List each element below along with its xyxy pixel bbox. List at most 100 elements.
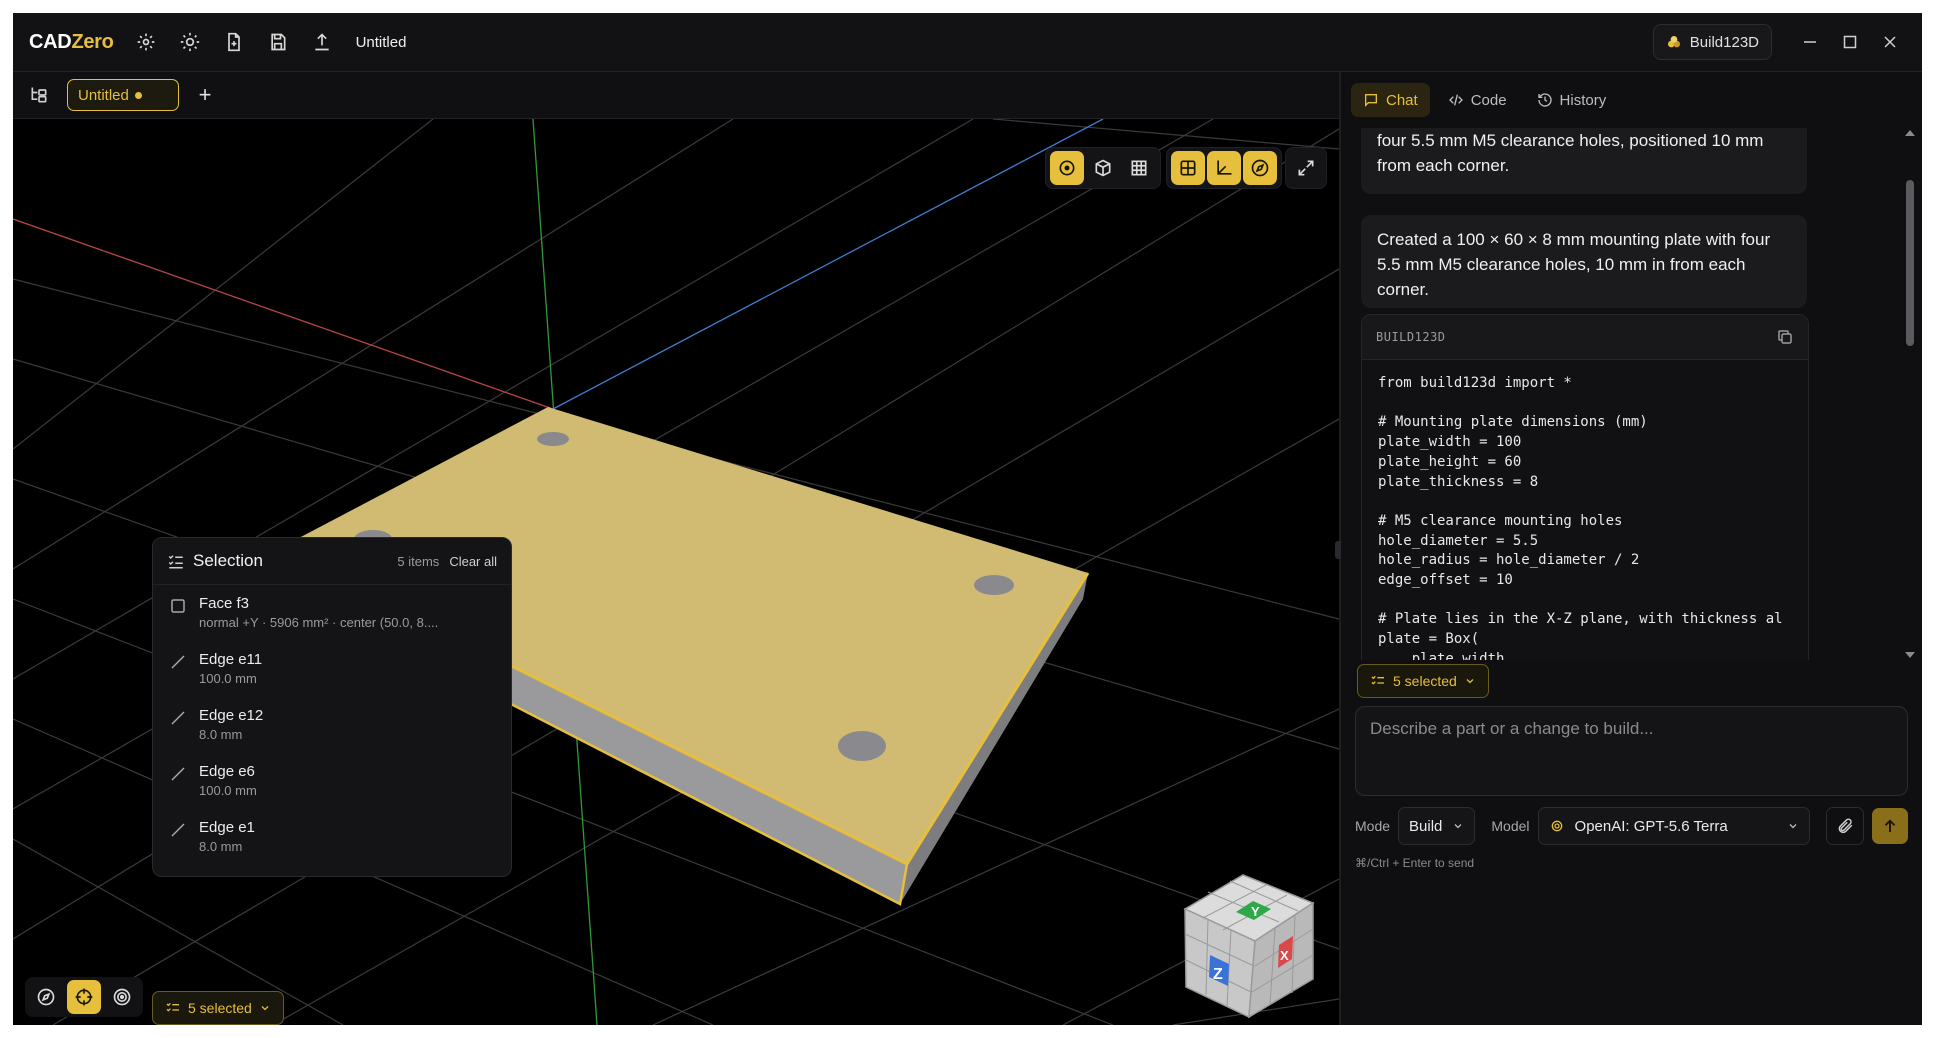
chat-message: four 5.5 mm M5 clearance holes, position… bbox=[1361, 128, 1807, 194]
list-check-icon bbox=[168, 555, 183, 569]
chevron-down-icon bbox=[1466, 679, 1474, 684]
view-toolbar-secondary bbox=[1166, 147, 1282, 189]
axes-icon[interactable] bbox=[1207, 151, 1241, 185]
selection-mode-toolbar bbox=[25, 977, 143, 1017]
code-icon bbox=[1448, 94, 1463, 106]
minimize-button[interactable] bbox=[1790, 22, 1830, 62]
selection-item-name: Edge e11 bbox=[199, 651, 263, 668]
selection-item[interactable]: Edge e11 100.0 mm bbox=[153, 641, 511, 697]
list-check-icon bbox=[166, 1002, 179, 1012]
tab-code[interactable]: Code bbox=[1436, 83, 1519, 117]
history-icon bbox=[1537, 93, 1552, 107]
selection-item-name: Edge e6 bbox=[199, 763, 255, 780]
arrow-up-icon bbox=[1884, 819, 1896, 832]
selection-item[interactable]: Face f3 normal +Y · 5906 mm² · center (50… bbox=[153, 585, 511, 641]
view-cube-y-label: Y bbox=[1251, 904, 1260, 919]
maximize-button[interactable] bbox=[1830, 22, 1870, 62]
selection-header: Selection 5 items Clear all bbox=[153, 538, 511, 585]
gear-icon[interactable] bbox=[128, 24, 164, 60]
tree-icon[interactable] bbox=[21, 77, 57, 113]
selection-item-detail: normal +Y · 5906 mm² · center (50.0, 8..… bbox=[199, 615, 439, 630]
unsaved-dot bbox=[134, 91, 142, 99]
sun-icon[interactable] bbox=[172, 24, 208, 60]
document-title: Untitled bbox=[355, 33, 407, 51]
context-selected-chip[interactable]: 5 selected bbox=[1357, 664, 1489, 698]
selection-item-name: Face f3 bbox=[199, 595, 250, 612]
view-cube-x-label: X bbox=[1280, 948, 1289, 963]
chevron-down-icon bbox=[1789, 824, 1796, 829]
model-select[interactable]: OpenAI: GPT-5.6 Terra bbox=[1537, 807, 1810, 845]
tab-chat[interactable]: Chat bbox=[1351, 83, 1430, 117]
selection-item-detail: 100.0 mm bbox=[199, 783, 257, 798]
selected-count-chip[interactable]: 5 selected bbox=[152, 991, 284, 1025]
export-icon[interactable] bbox=[304, 24, 340, 60]
selection-item-detail: 100.0 mm bbox=[199, 671, 257, 686]
document-tab-row: Untitled + bbox=[13, 72, 1339, 119]
quad-view-icon[interactable] bbox=[1171, 151, 1205, 185]
code-block-header: BUILD123D bbox=[1362, 315, 1808, 360]
grid-icon[interactable] bbox=[1122, 151, 1156, 185]
selection-title: Selection bbox=[193, 551, 263, 570]
selection-list: Face f3 normal +Y · 5906 mm² · center (50… bbox=[153, 585, 511, 865]
selection-item[interactable]: Edge e6 100.0 mm bbox=[153, 753, 511, 809]
title-bar: CADZero Untitled Build123D bbox=[13, 13, 1922, 72]
selection-item-name: Edge e1 bbox=[199, 819, 255, 836]
compass-icon[interactable] bbox=[1243, 151, 1277, 185]
assistant-panel: Chat Code History four 5.5 mm M5 clearan… bbox=[1341, 72, 1922, 1025]
add-tab-button[interactable]: + bbox=[191, 81, 219, 109]
code-language-label: BUILD123D bbox=[1376, 330, 1446, 344]
view-cube-z-label: Z bbox=[1213, 966, 1223, 983]
chevron-down-icon bbox=[1454, 824, 1462, 829]
app-window: CADZero Untitled Build123D Untitled + Y … bbox=[13, 13, 1922, 1025]
selection-item-name: Edge e12 bbox=[199, 707, 264, 724]
view-toolbar-primary bbox=[1045, 147, 1161, 189]
expand-icon[interactable] bbox=[1289, 151, 1323, 185]
x-axis-line bbox=[13, 218, 554, 410]
save-icon[interactable] bbox=[260, 24, 296, 60]
selection-item-detail: 8.0 mm bbox=[199, 727, 243, 742]
cube-icon[interactable] bbox=[1086, 151, 1120, 185]
kernel-badge[interactable]: Build123D bbox=[1652, 24, 1772, 60]
compass-small-icon[interactable] bbox=[29, 980, 63, 1014]
mode-select[interactable]: Build bbox=[1398, 807, 1476, 845]
edge-icon bbox=[171, 711, 185, 725]
close-button[interactable] bbox=[1870, 22, 1910, 62]
attach-button[interactable] bbox=[1826, 807, 1864, 845]
radar-icon[interactable] bbox=[105, 980, 139, 1014]
edge-icon bbox=[171, 767, 185, 781]
copy-icon[interactable] bbox=[1776, 328, 1794, 346]
send-button[interactable] bbox=[1872, 808, 1908, 844]
crosshair-icon[interactable] bbox=[67, 980, 101, 1014]
scroll-up-icon[interactable] bbox=[1904, 128, 1916, 138]
tab-untitled[interactable]: Untitled bbox=[67, 79, 179, 111]
selection-panel: Selection 5 items Clear all Face f3 norma… bbox=[152, 537, 512, 877]
model-label: Model bbox=[1491, 818, 1530, 834]
scrollbar-thumb[interactable] bbox=[1906, 180, 1914, 346]
view-toolbar-expand bbox=[1285, 147, 1327, 189]
clear-all-button[interactable]: Clear all bbox=[449, 554, 497, 569]
chat-scrollbar[interactable] bbox=[1904, 128, 1916, 660]
scroll-down-icon[interactable] bbox=[1904, 650, 1916, 660]
selection-item[interactable]: Edge e12 8.0 mm bbox=[153, 697, 511, 753]
code-block: BUILD123D from build123d import * # Moun… bbox=[1361, 314, 1809, 660]
selection-item-detail: 8.0 mm bbox=[199, 839, 243, 854]
edge-icon bbox=[171, 655, 185, 669]
chat-icon bbox=[1365, 94, 1377, 107]
view-cube[interactable]: Y Z X bbox=[1183, 874, 1315, 1019]
prompt-input[interactable]: Describe a part or a change to build... bbox=[1355, 706, 1908, 796]
chat-messages[interactable]: four 5.5 mm M5 clearance holes, position… bbox=[1341, 128, 1922, 660]
openai-icon bbox=[1551, 820, 1562, 832]
face-icon bbox=[171, 599, 185, 613]
app-logo: CADZero bbox=[29, 30, 114, 53]
selection-count: 5 items bbox=[397, 553, 440, 569]
chat-message: Created a 100 × 60 × 8 mm mounting plate… bbox=[1361, 215, 1807, 308]
target-icon[interactable] bbox=[1050, 151, 1084, 185]
code-content: from build123d import * # Mounting plate… bbox=[1378, 375, 1783, 660]
assistant-tabs: Chat Code History bbox=[1341, 72, 1922, 128]
build-kernel-icon bbox=[1667, 36, 1680, 48]
selection-item[interactable]: Edge e1 8.0 mm bbox=[153, 809, 511, 865]
tab-history[interactable]: History bbox=[1525, 83, 1619, 117]
prompt-controls: Mode Build Model OpenAI: GPT-5.6 Terra bbox=[1355, 806, 1908, 846]
3d-viewport[interactable]: Y Z X Selection 5 items Clear all Face f… bbox=[13, 119, 1339, 1025]
new-file-icon[interactable] bbox=[216, 24, 252, 60]
